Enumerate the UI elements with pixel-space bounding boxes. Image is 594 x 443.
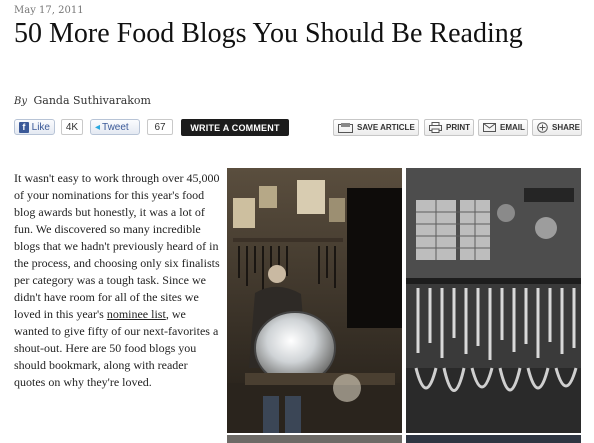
tweet-count: 67 xyxy=(147,119,173,135)
twitter-icon: ◂ xyxy=(95,121,101,133)
article-body: It wasn't easy to work through over 45,0… xyxy=(14,170,220,391)
save-article-button[interactable]: SAVE ARTICLE xyxy=(333,119,419,136)
byline-prefix: By xyxy=(14,96,27,107)
save-article-icon xyxy=(338,122,353,133)
body-text-part1: It wasn't easy to work through over 45,0… xyxy=(14,171,220,321)
plus-circle-icon xyxy=(537,122,548,133)
email-label: EMAIL xyxy=(500,123,525,132)
printer-icon xyxy=(429,122,442,133)
tools-photo[interactable] xyxy=(406,168,581,433)
envelope-icon xyxy=(483,123,496,132)
write-comment-button[interactable]: WRITE A COMMENT xyxy=(181,119,289,136)
email-button[interactable]: EMAIL xyxy=(478,119,528,136)
tweet-label: Tweet xyxy=(102,121,129,133)
nominee-list-link[interactable]: nominee list xyxy=(107,307,166,321)
page-title: 50 More Food Blogs You Should Be Reading xyxy=(14,18,523,49)
facebook-like-button[interactable]: f Like xyxy=(14,119,55,135)
author-name[interactable]: Ganda Suthivarakom xyxy=(34,94,151,107)
tools-photo-image xyxy=(406,168,581,433)
photo-strip-right xyxy=(406,435,581,443)
article-photo-grid xyxy=(227,168,581,443)
article-date: May 17, 2011 xyxy=(14,5,84,16)
print-label: PRINT xyxy=(446,123,470,132)
share-button[interactable]: SHARE xyxy=(532,119,582,136)
tweet-button[interactable]: ◂ Tweet xyxy=(90,119,140,135)
photo-strip-left xyxy=(227,435,402,443)
social-toolbar: f Like 4K ◂ Tweet 67 WRITE A COMMENT SAV… xyxy=(14,119,584,137)
print-button[interactable]: PRINT xyxy=(424,119,474,136)
like-label: Like xyxy=(31,121,50,133)
share-label: SHARE xyxy=(552,123,581,132)
facebook-icon: f xyxy=(19,121,29,133)
save-article-label: SAVE ARTICLE xyxy=(357,123,415,132)
like-count: 4K xyxy=(61,119,83,135)
byline: By Ganda Suthivarakom xyxy=(14,94,151,107)
craftsman-photo[interactable] xyxy=(227,168,402,433)
craftsman-photo-image xyxy=(227,168,402,433)
